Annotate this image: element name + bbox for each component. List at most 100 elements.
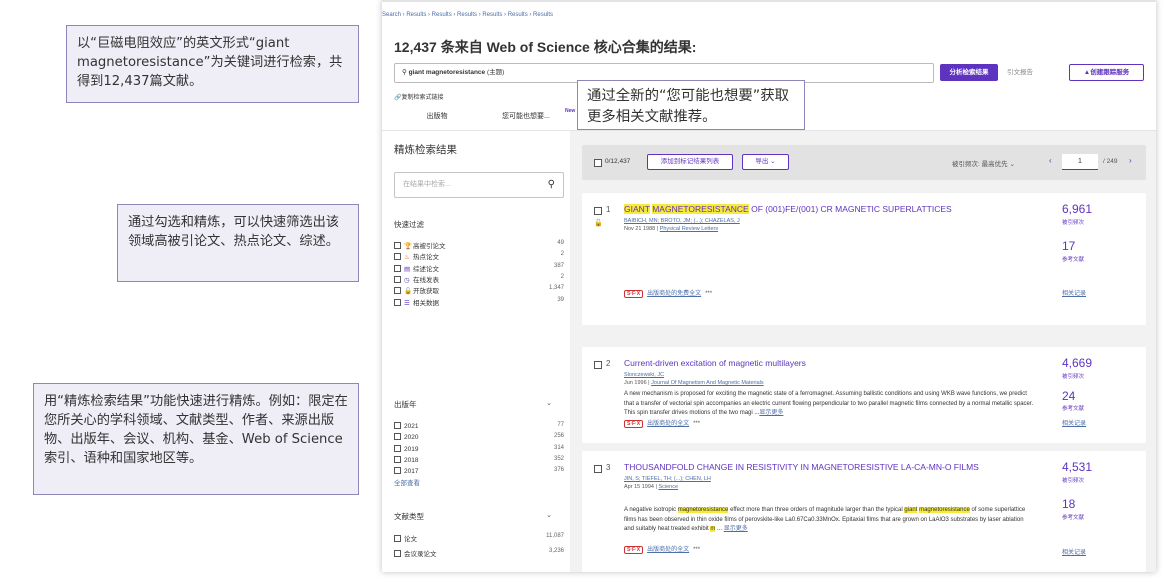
doc-type-title[interactable]: 文献类型 ⌄ [394,511,552,522]
doc-type-label: 文献类型 [394,512,424,521]
reference-count[interactable]: 18 [1062,497,1075,511]
callout-keyword-search: 以“巨磁电阻效应”的英文形式“giant magnetoresistance”为… [66,25,359,103]
tab-publications[interactable]: 出版物 [402,111,472,132]
citation-count[interactable]: 6,961 [1062,202,1092,216]
total-pages: / 249 [1103,158,1118,165]
reference-count[interactable]: 17 [1062,239,1075,253]
filter-count: 387 [553,262,564,269]
record-title[interactable]: Current-driven excitation of magnetic mu… [624,358,1044,368]
record-title[interactable]: GIANT MAGNETORESISTANCE OF (001)FE/(001)… [624,204,1044,214]
filter-row[interactable]: 2018 352 [394,455,564,466]
analyze-results-button[interactable]: 分析检索结果 [940,64,998,81]
title-highlight: MAGNETORESISTANCE [652,204,749,214]
filter-row[interactable]: 2017 376 [394,467,564,477]
callout-quick-filter: 通过勾选和精炼，可以快速筛选出该领域高被引论文、热点论文、综述。 [117,204,359,282]
filter-checkbox[interactable] [394,467,401,475]
magnifier-icon[interactable]: ⚲ [548,173,555,197]
record-authors[interactable]: JIN, S; TIEFEL, TH; (...); CHEN, LH [624,476,711,482]
record-authors[interactable]: BAIBICH, MN; BROTO, JM; (...); CHAZELAS,… [624,218,740,224]
record-authors[interactable]: Slonczewski, JC [624,372,664,378]
abstract-text: A new mechanism is proposed for exciting… [624,391,1034,416]
export-button[interactable]: 导出 ⌄ [742,154,789,170]
filter-checkbox[interactable] [394,433,401,441]
filter-checkbox[interactable] [394,298,401,306]
related-records-link[interactable]: 相关记录 [1062,547,1086,556]
filter-count: 49 [557,240,564,246]
filter-checkbox[interactable] [394,264,401,272]
chevron-down-icon[interactable]: ⌄ [546,511,552,519]
sfx-icon[interactable]: S·F·X [624,546,644,554]
pub-year-label: 出版年 [394,400,417,409]
filter-row[interactable]: 会议录论文 3,236 [394,548,564,558]
record-journal[interactable]: Physical Review Letters [660,226,718,232]
show-more-link[interactable]: 显示更多 [724,526,748,532]
pub-year-title[interactable]: 出版年 ⌄ [394,399,552,410]
full-text-link[interactable]: 出版商处的全文 [647,547,689,553]
select-all-checkbox[interactable] [594,159,602,167]
record-abstract: A new mechanism is proposed for exciting… [624,390,1034,419]
filter-label: 会议录论文 [404,551,437,558]
filter-row[interactable]: 2019 314 [394,444,564,455]
filter-checkbox[interactable] [394,550,401,557]
record-checkbox[interactable] [594,207,602,215]
page-number-input[interactable]: 1 [1062,154,1098,170]
refine-title: 精炼检索结果 [394,144,457,156]
related-records-link[interactable]: 相关记录 [1062,418,1086,427]
citation-count[interactable]: 4,531 [1062,460,1092,474]
filter-row[interactable]: 论文 11,087 [394,533,564,543]
filter-row[interactable]: ▤ 综述论文 387 [394,263,564,273]
more-dots[interactable]: *** [693,421,700,427]
chevron-down-icon[interactable]: ⌄ [546,399,552,407]
filter-checkbox[interactable] [394,535,401,542]
create-alert-button[interactable]: ▲创建跟踪服务 [1069,64,1144,81]
show-more-link[interactable]: 显示更多 [759,410,783,416]
callout-refine: 用“精炼检索结果”功能快速进行精炼。例如：限定在您所关心的学科领域、文献类型、作… [33,383,359,495]
sfx-icon[interactable]: S·F·X [624,420,644,428]
add-to-marked-list-button[interactable]: 添加到标记结果列表 [647,154,733,170]
next-page-icon[interactable]: › [1129,156,1132,165]
refine-search-input[interactable]: 在结果中检索... ⚲ [394,172,564,198]
filter-row[interactable]: 2020 256 [394,433,564,443]
record-links: S·F·X 出版商处的全文 *** [624,544,700,554]
record-journal[interactable]: Science [658,484,678,490]
record-links: S·F·X 出版商处的全文 *** [624,418,700,428]
more-dots[interactable]: *** [693,547,700,553]
more-dots[interactable]: *** [705,291,712,297]
filter-count: 376 [553,467,564,474]
sort-select[interactable]: 被引频次: 最高优先 ⌄ [952,158,1015,168]
filter-row[interactable]: 🏆高被引论文 49 [394,240,564,250]
filter-checkbox[interactable] [394,444,401,452]
filter-checkbox[interactable] [394,287,401,295]
citation-count[interactable]: 4,669 [1062,356,1092,370]
record-source: Nov 21 1988 | Physical Review Letters [624,226,719,232]
record-title[interactable]: THOUSANDFOLD CHANGE IN RESISTIVITY IN MA… [624,462,1044,472]
breadcrumb[interactable]: Search › Results › Results › Results › R… [382,12,553,18]
create-alert-label: 创建跟踪服务 [1090,69,1130,76]
record-date: Nov 21 1988 [624,226,656,232]
related-records-link[interactable]: 相关记录 [1062,288,1086,297]
filter-checkbox[interactable] [394,275,401,283]
full-text-link[interactable]: 出版商处的免费全文 [647,291,701,297]
filter-row[interactable]: 🔓开放获取 1,347 [394,285,564,295]
filter-checkbox[interactable] [394,422,401,429]
prev-page-icon[interactable]: ‹ [1049,156,1052,165]
record-checkbox[interactable] [594,465,602,473]
tab-you-may-like[interactable]: 您可能也想要... [502,111,550,121]
filter-row[interactable]: ◷ 在线发表 2 [394,274,564,284]
record-date: Jun 1996 [624,380,647,386]
citation-report-button[interactable]: 引文报告 [1007,64,1033,81]
full-text-link[interactable]: 出版商处的全文 [647,421,689,427]
reference-count[interactable]: 24 [1062,389,1075,403]
filter-row[interactable]: 2021 77 [394,422,564,432]
see-all-link[interactable]: 全部查看 [394,477,420,487]
copy-query-link[interactable]: 🔗复制检索式链接 [394,92,444,101]
record-checkbox[interactable] [594,361,602,369]
record-journal[interactable]: Journal Of Magnetism And Magnetic Materi… [651,380,764,386]
filter-checkbox[interactable] [394,253,401,261]
filter-row[interactable]: ♨ 热点论文 2 [394,251,564,261]
filter-checkbox[interactable] [394,242,401,249]
filter-row[interactable]: ☰ 相关数据 39 [394,297,564,307]
copy-link-label: 复制检索式链接 [401,95,444,101]
sfx-icon[interactable]: S·F·X [624,290,644,298]
filter-checkbox[interactable] [394,455,401,463]
